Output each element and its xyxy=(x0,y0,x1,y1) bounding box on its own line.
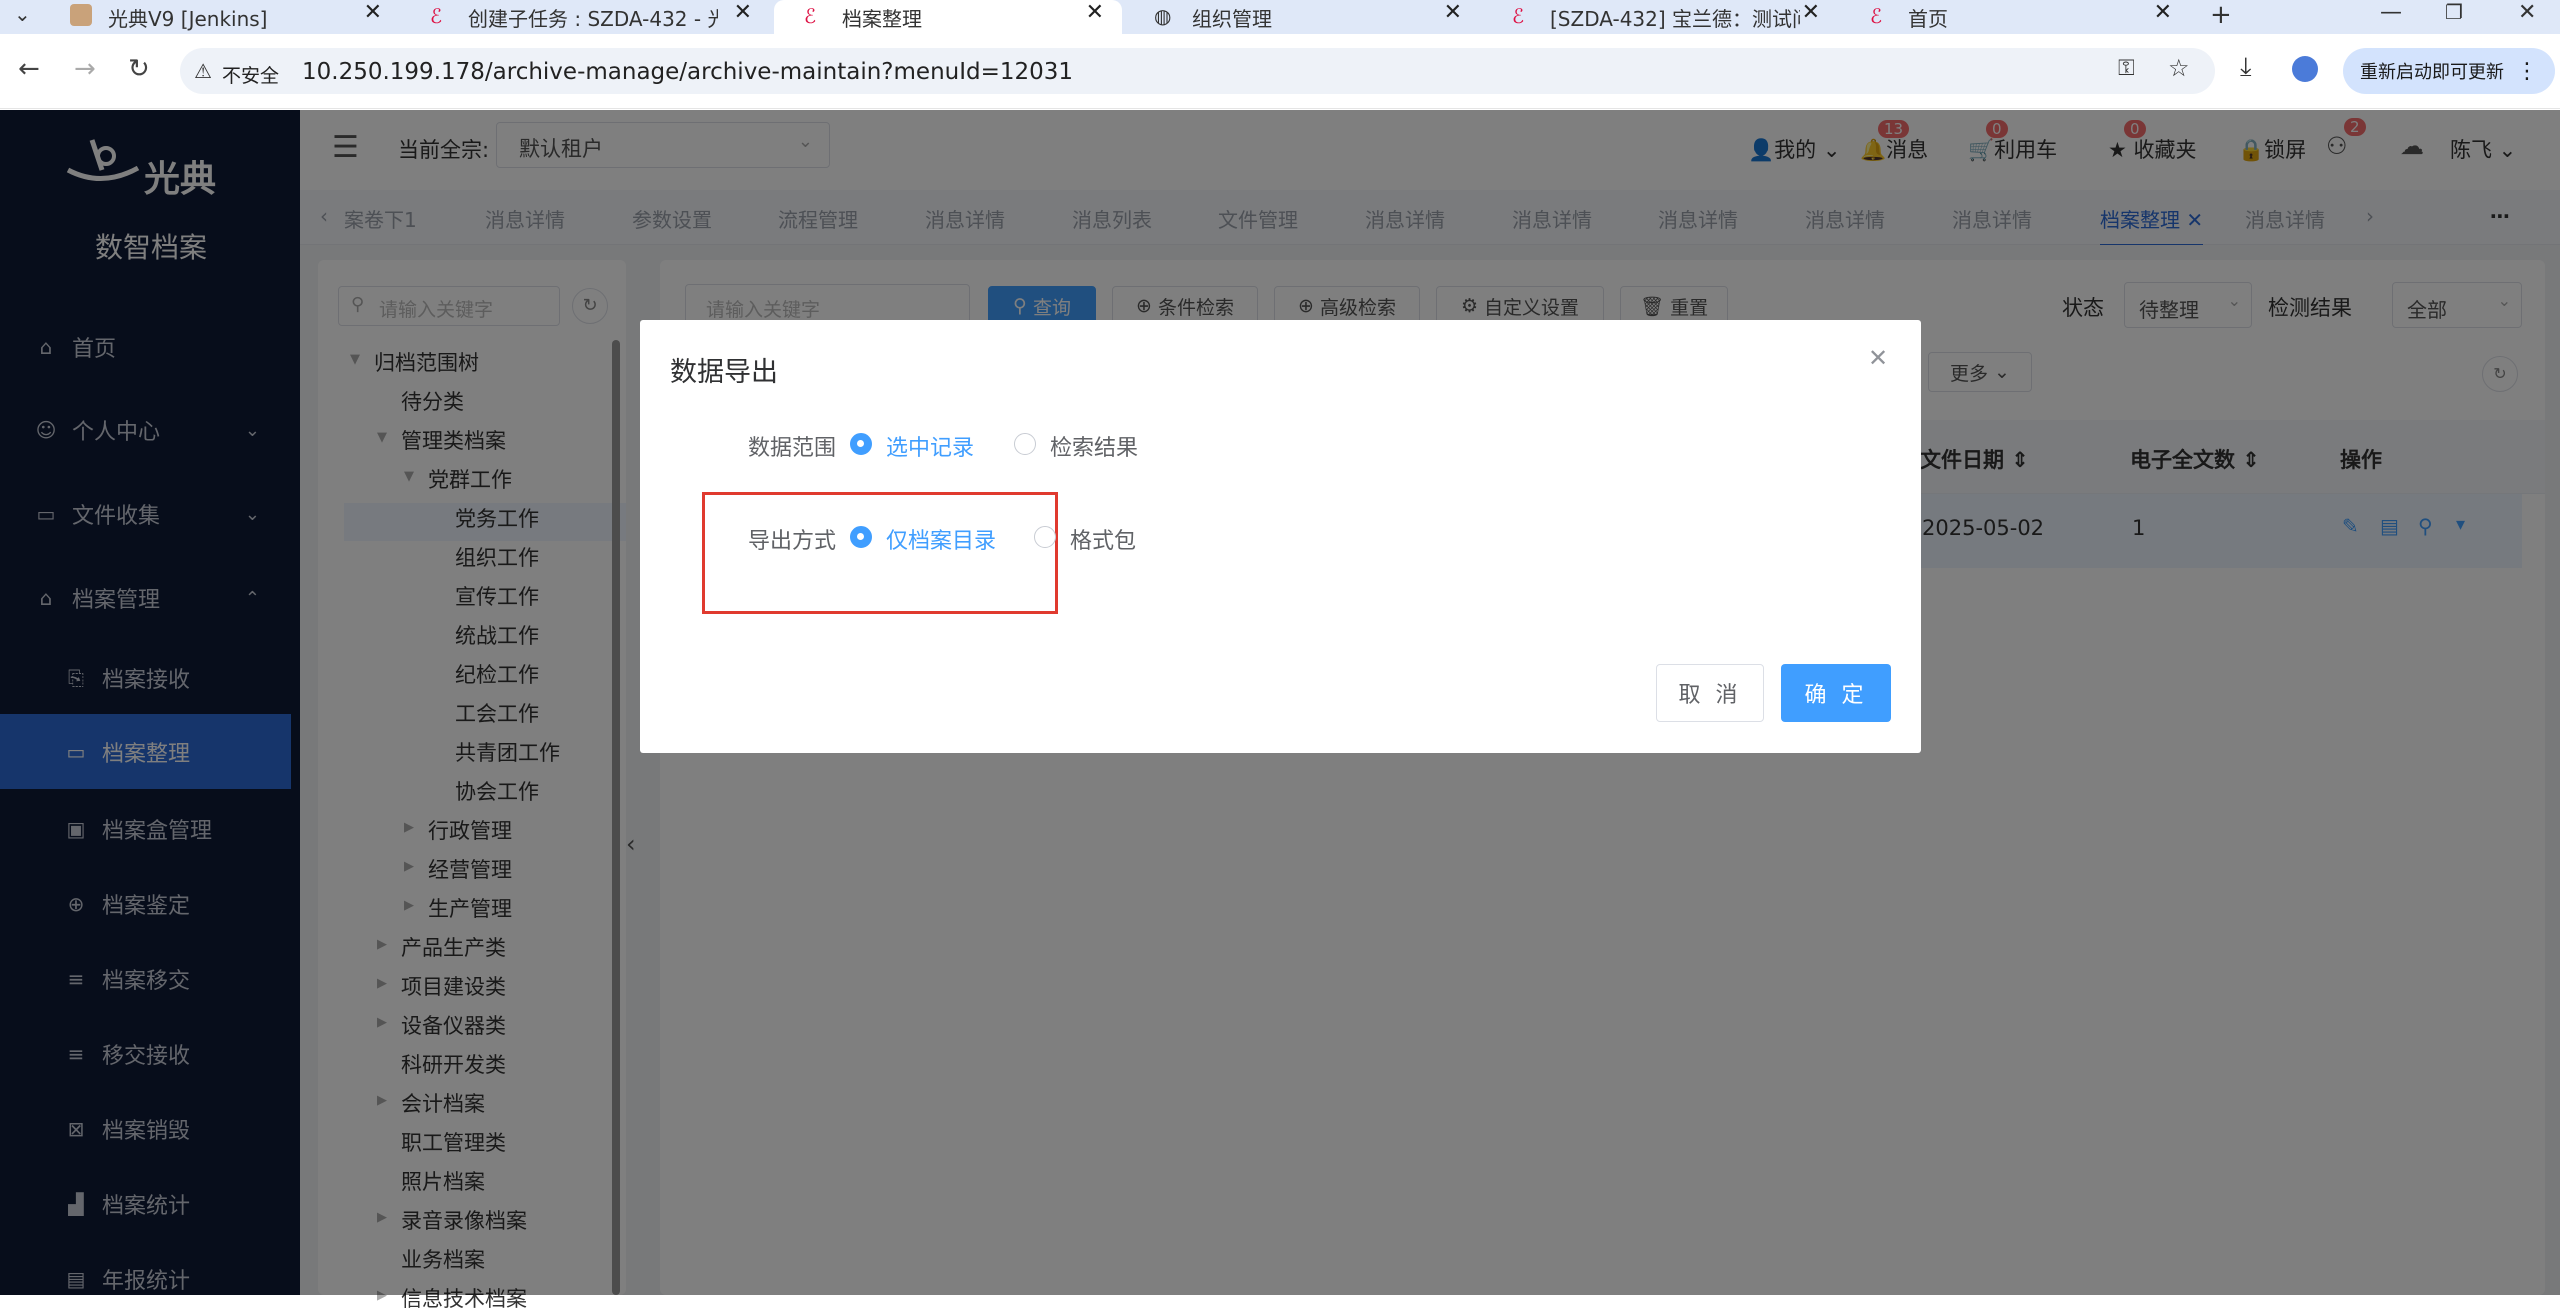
insecure-label[interactable]: 不安全 xyxy=(222,61,279,88)
close-tab-icon[interactable]: ✕ xyxy=(1444,0,1462,25)
back-icon[interactable]: ← xyxy=(18,54,40,84)
close-icon[interactable]: ✕ xyxy=(1868,344,1888,372)
radio-format-package[interactable] xyxy=(1034,526,1056,548)
close-tab-icon[interactable]: ✕ xyxy=(2154,0,2172,25)
browser-tab-active[interactable]: ℰ 档案整理 ✕ xyxy=(774,0,1122,34)
radio-selected-records[interactable] xyxy=(850,433,872,455)
radio-catalog-only[interactable] xyxy=(850,526,872,548)
restart-update-button[interactable]: 重新启动即可更新 ⋮ xyxy=(2343,48,2555,94)
tab-title: 创建子任务 : SZDA-432 - 光典 xyxy=(468,6,718,31)
reload-icon[interactable]: ↻ xyxy=(128,54,150,84)
browser-tab[interactable]: 光典V9 [Jenkins] ✕ xyxy=(40,0,400,34)
export-dialog: 数据导出 ✕ 数据范围 选中记录 检索结果 导出方式 仅档案目录 格式包 取 消… xyxy=(640,320,1921,753)
close-tab-icon[interactable]: ✕ xyxy=(1086,0,1104,25)
browser-tab[interactable]: ℰ 首页 ✕ xyxy=(1840,0,2190,34)
profile-avatar-icon[interactable] xyxy=(2292,56,2318,82)
browser-tab[interactable]: ◍ 组织管理 ✕ xyxy=(1124,0,1480,34)
restart-label: 重新启动即可更新 xyxy=(2360,62,2504,83)
bookmark-star-icon[interactable]: ☆ xyxy=(2168,54,2190,82)
browser-tab[interactable]: ℰ [SZDA-432] 宝兰德：测试问题 ✕ xyxy=(1482,0,1838,34)
option-search-results[interactable]: 检索结果 xyxy=(1050,430,1138,462)
app-favicon-icon: ℰ xyxy=(1870,4,1883,28)
forward-icon[interactable]: → xyxy=(74,54,96,84)
dialog-title: 数据导出 xyxy=(670,357,778,388)
jenkins-favicon-icon xyxy=(70,4,92,26)
restore-icon[interactable]: ❐ xyxy=(2445,0,2463,24)
option-format-package[interactable]: 格式包 xyxy=(1070,523,1136,555)
browser-tab[interactable]: ℰ 创建子任务 : SZDA-432 - 光典 ✕ xyxy=(400,0,770,34)
minimize-icon[interactable]: — xyxy=(2380,0,2402,25)
close-tab-icon[interactable]: ✕ xyxy=(734,0,752,25)
mode-label: 导出方式 xyxy=(748,529,837,554)
range-label: 数据范围 xyxy=(748,436,837,461)
window-close-icon[interactable]: ✕ xyxy=(2518,0,2536,25)
warning-icon[interactable]: ⚠ xyxy=(194,59,212,83)
close-tab-icon[interactable]: ✕ xyxy=(1802,0,1820,25)
close-tab-icon[interactable]: ✕ xyxy=(364,0,382,25)
option-catalog-only[interactable]: 仅档案目录 xyxy=(886,523,996,555)
app-favicon-icon: ℰ xyxy=(804,4,817,28)
address-bar-row: ← → ↻ ⚠ 不安全 10.250.199.178/archive-manag… xyxy=(0,34,2560,109)
option-selected-records[interactable]: 选中记录 xyxy=(886,430,974,462)
cancel-button[interactable]: 取 消 xyxy=(1656,664,1764,722)
tab-title: 首页 xyxy=(1908,6,1948,31)
url-text[interactable]: 10.250.199.178/archive-manage/archive-ma… xyxy=(302,59,1073,85)
cancel-label: 取 消 xyxy=(1678,683,1742,708)
app-favicon-icon: ℰ xyxy=(430,4,443,28)
radio-search-results[interactable] xyxy=(1014,433,1036,455)
tab-list-icon[interactable]: ⌄ xyxy=(14,2,31,26)
download-icon[interactable]: ⤓ xyxy=(2240,52,2252,83)
globe-favicon-icon: ◍ xyxy=(1154,4,1172,28)
confirm-button[interactable]: 确 定 xyxy=(1781,664,1891,722)
app-favicon-icon: ℰ xyxy=(1512,4,1525,28)
confirm-label: 确 定 xyxy=(1804,683,1868,708)
tab-title: 组织管理 xyxy=(1192,6,1272,31)
tab-title: 光典V9 [Jenkins] xyxy=(108,6,268,31)
more-vert-icon: ⋮ xyxy=(2516,58,2538,84)
new-tab-icon[interactable]: + xyxy=(2210,0,2232,30)
browser-tab-strip: ⌄ 光典V9 [Jenkins] ✕ ℰ 创建子任务 : SZDA-432 - … xyxy=(0,0,2560,34)
tab-title: 档案整理 xyxy=(842,6,922,31)
tab-title: [SZDA-432] 宝兰德：测试问题 xyxy=(1550,6,1800,31)
password-key-icon[interactable]: ⚿ xyxy=(2118,56,2135,81)
